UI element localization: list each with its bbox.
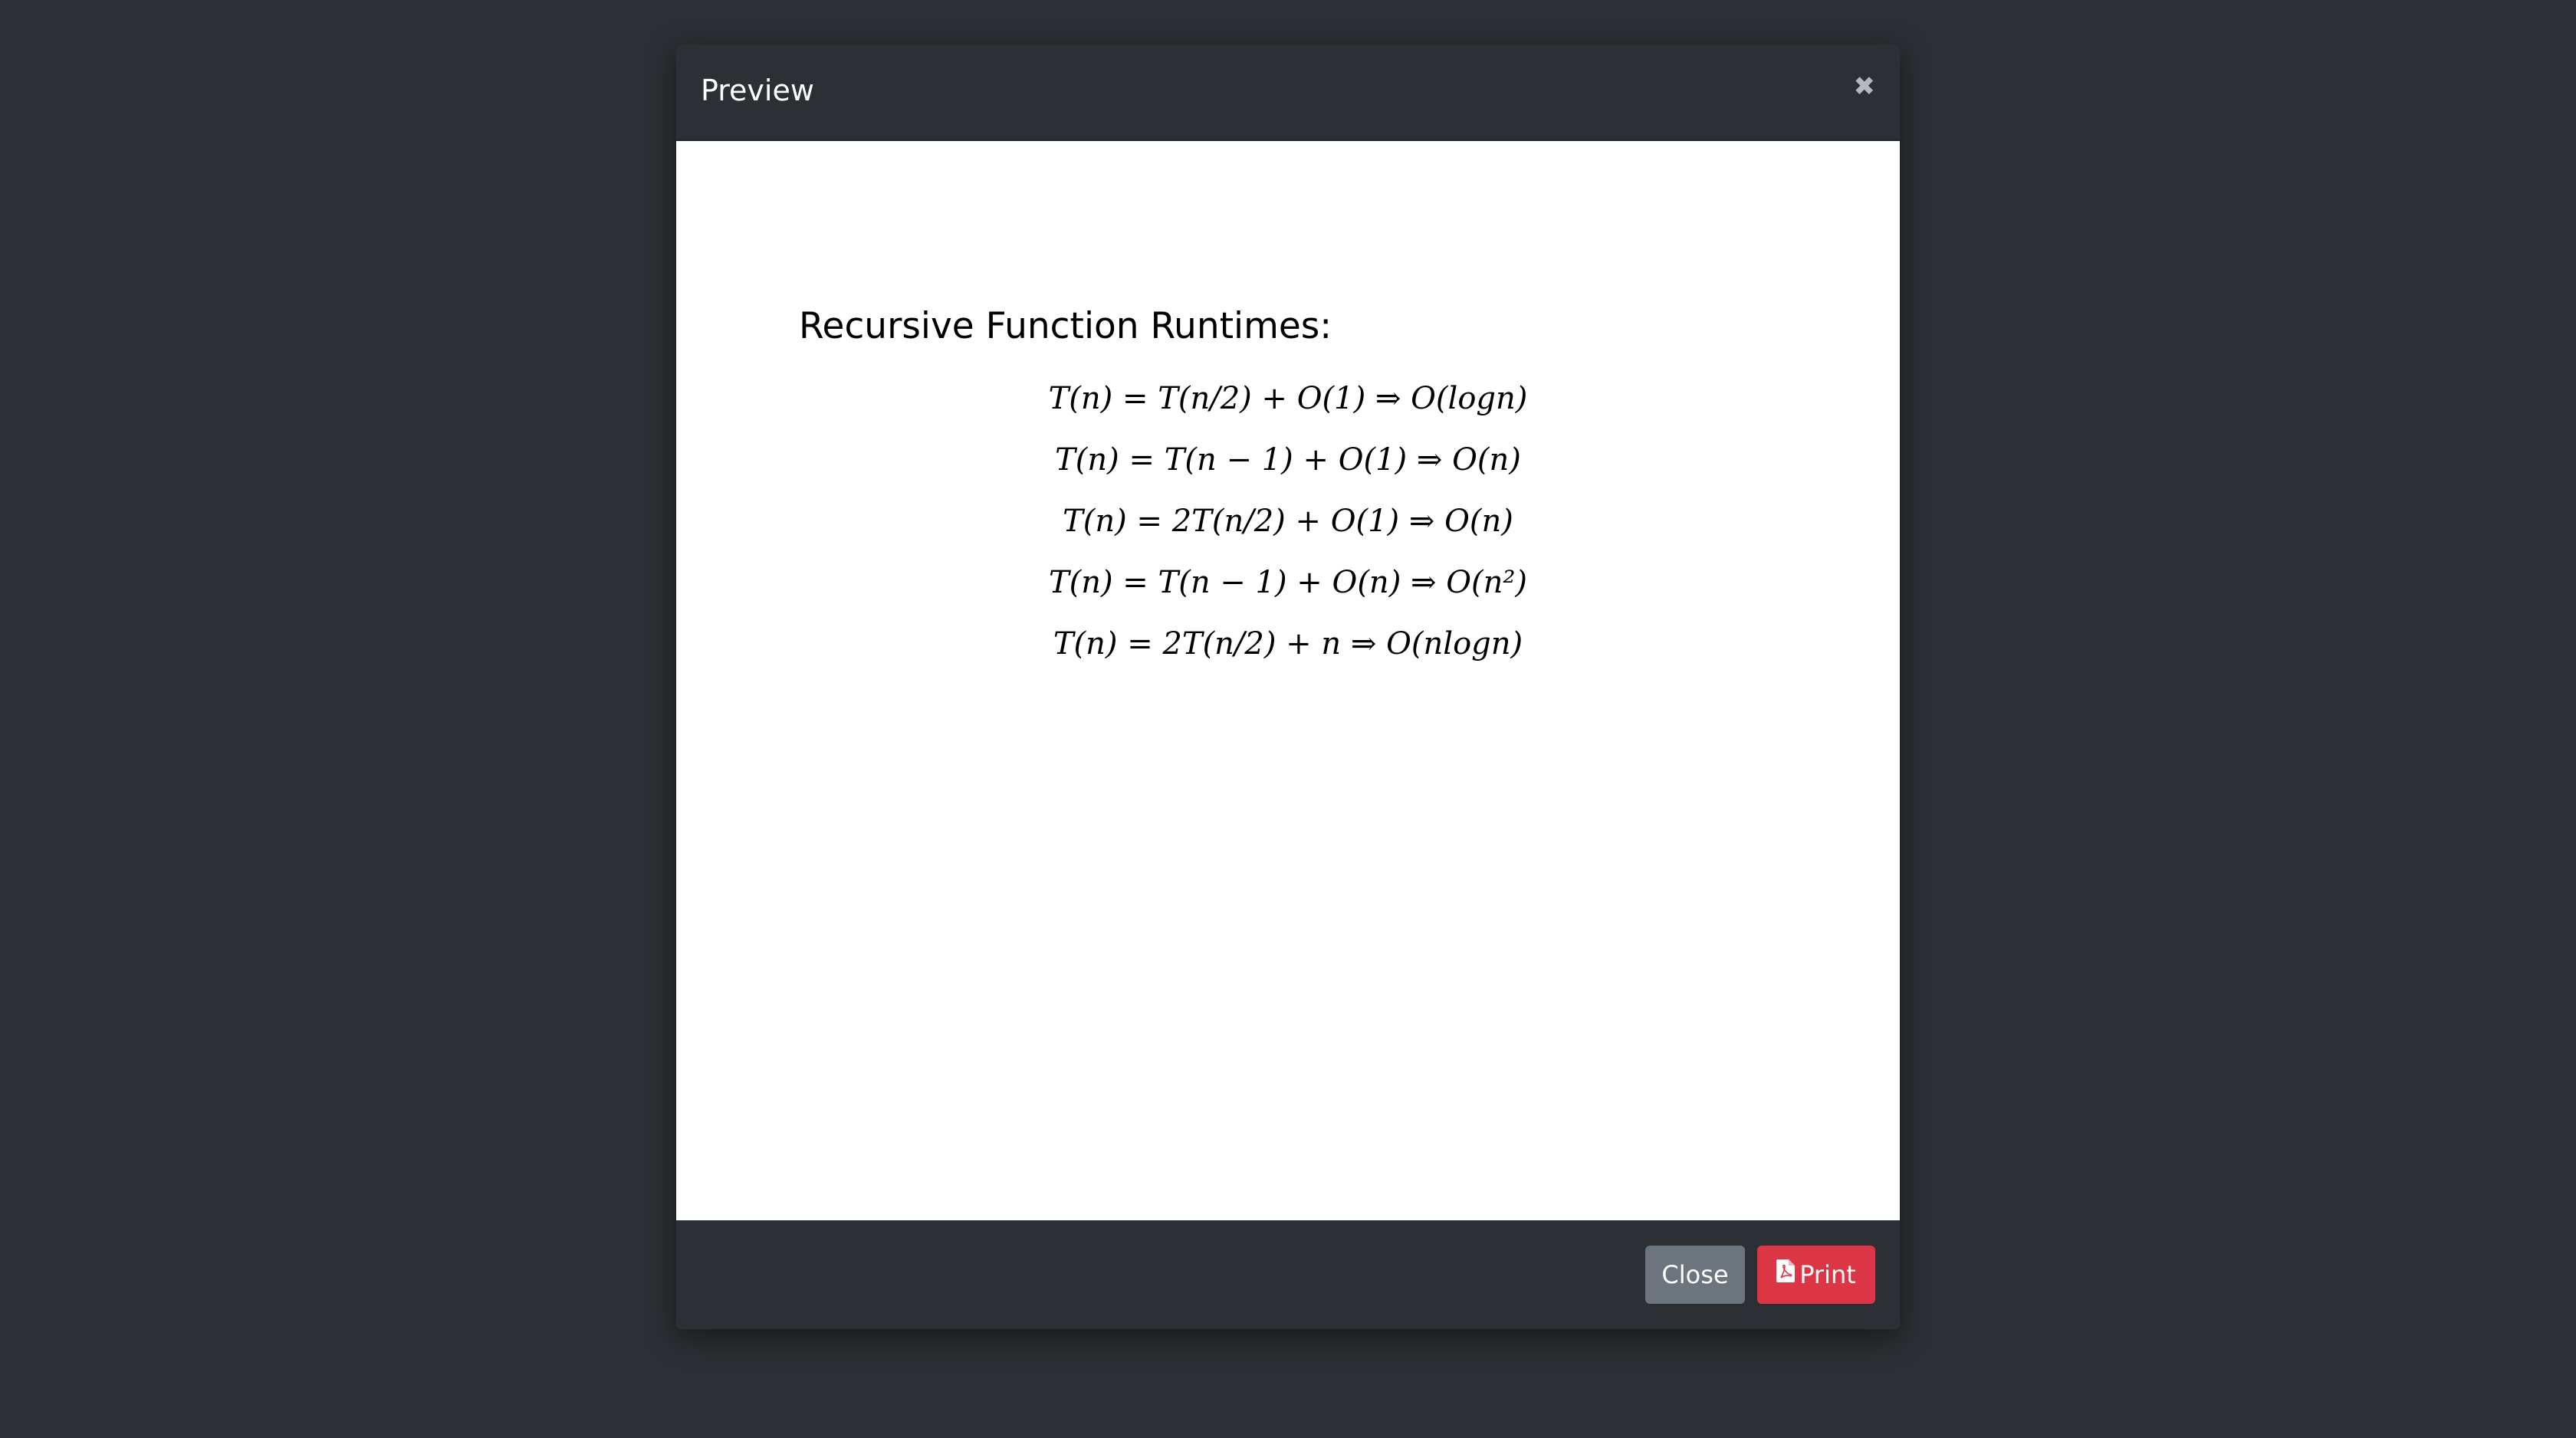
close-button-label: Close [1661, 1260, 1729, 1289]
close-button[interactable]: Close [1645, 1246, 1745, 1304]
modal-header: Preview ✖ [676, 44, 1900, 141]
modal-title: Preview [701, 74, 814, 107]
equation: T(n) = 2T(n/2) + O(1) ⇒ O(n) [1063, 504, 1513, 539]
document-heading: Recursive Function Runtimes: [799, 305, 1332, 347]
equation: T(n) = T(n − 1) + O(1) ⇒ O(n) [1055, 442, 1521, 478]
print-button-label: Print [1799, 1260, 1856, 1289]
close-icon[interactable]: ✖ [1854, 67, 1876, 106]
preview-document: Recursive Function Runtimes: T(n) = T(n/… [676, 141, 1900, 1220]
modal-footer: Close Print [676, 1220, 1900, 1329]
preview-modal: Preview ✖ Recursive Function Runtimes: T… [676, 44, 1900, 1329]
equation: T(n) = T(n − 1) + O(n) ⇒ O(n²) [1048, 565, 1528, 600]
pdf-file-icon [1776, 1245, 1796, 1303]
equation: T(n) = 2T(n/2) + n ⇒ O(nlogn) [1053, 626, 1523, 662]
equation-list: T(n) = T(n/2) + O(1) ⇒ O(logn) T(n) = T(… [676, 368, 1900, 675]
print-button[interactable]: Print [1757, 1246, 1875, 1304]
equation: T(n) = T(n/2) + O(1) ⇒ O(logn) [1048, 381, 1528, 416]
